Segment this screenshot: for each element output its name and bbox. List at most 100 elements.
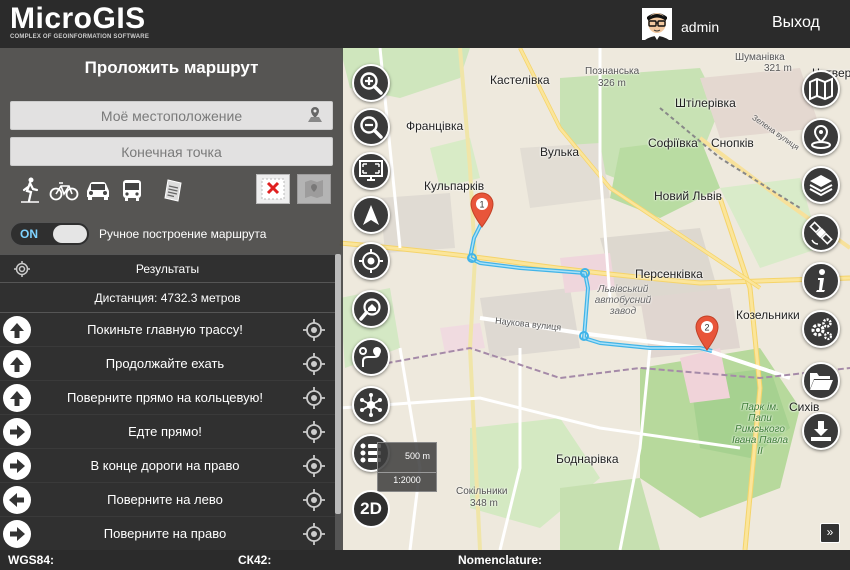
route-step-text: Продолжайте ехать (105, 356, 225, 371)
satellite-icon (809, 221, 833, 245)
locate-step-icon[interactable] (303, 387, 325, 409)
results-scrollbar[interactable] (335, 254, 341, 550)
search-address-button[interactable] (352, 290, 390, 328)
network-analysis-button[interactable] (352, 386, 390, 424)
locate-step-icon[interactable] (303, 455, 325, 477)
bus-mode-button[interactable] (116, 177, 148, 203)
route-step-text: Поверните прямо на кольцевую! (67, 390, 263, 405)
crosshair-icon (359, 249, 383, 273)
car-mode-button[interactable] (82, 177, 114, 203)
route-step-text: Поверните на право (103, 526, 227, 541)
manual-route-toggle[interactable]: ON (10, 222, 90, 246)
view-mode-2d-button[interactable]: 2D (352, 490, 390, 528)
download-icon (811, 421, 831, 441)
scale-indicator: 500 m 1:2000 (377, 442, 437, 492)
nomenclature-label: Nomenclature: (458, 553, 543, 567)
zoom-out-icon (360, 116, 383, 139)
route-step[interactable]: Поверните прямо на кольцевую! (0, 381, 335, 415)
direction-up-icon (3, 384, 31, 412)
download-button[interactable] (802, 412, 840, 450)
route-marker-start[interactable]: 1 (469, 192, 495, 228)
map-label: Сокільники (456, 486, 508, 497)
settings-button[interactable] (802, 310, 840, 348)
locate-step-icon[interactable] (303, 489, 325, 511)
route-step[interactable]: Едте прямо! (0, 415, 335, 449)
full-extent-button[interactable] (352, 152, 390, 190)
walk-mode-button[interactable] (14, 177, 46, 203)
direction-left-icon (3, 486, 31, 514)
map-label: Шуманівка (735, 52, 785, 63)
pick-on-map-button[interactable] (297, 174, 331, 204)
route-steps-list: Покиньте главную трассу! Продолжайте ехат… (0, 313, 335, 551)
locate-step-icon[interactable] (303, 421, 325, 443)
clear-route-button[interactable] (256, 174, 290, 204)
map-label: Парк ім. Папи Римського Івана Павла II (731, 402, 789, 457)
end-point-input[interactable] (11, 138, 332, 165)
map-label: Познанська (585, 66, 640, 77)
north-arrow-icon (363, 205, 379, 225)
search-home-icon (359, 298, 381, 321)
route-panel: Проложить маршрут Моё местоположение Кон… (0, 48, 343, 551)
route-path-icon (359, 347, 381, 367)
scrollbar-thumb[interactable] (335, 254, 341, 514)
manual-route-label: Ручное построение маршрута (99, 227, 267, 241)
status-bar: WGS84: СК42: Nomenclature: (0, 550, 850, 570)
route-list-mode-button[interactable] (158, 177, 190, 203)
route-step[interactable]: Продолжайте ехать (0, 347, 335, 381)
target-icon (14, 261, 30, 277)
logout-button[interactable]: Выход (772, 14, 820, 32)
gears-icon (811, 318, 833, 341)
info-icon (816, 269, 825, 292)
satellite-button[interactable] (802, 214, 840, 252)
route-step-text: Покиньте главную трассу! (87, 322, 243, 337)
scale-distance: 500 m (404, 451, 430, 461)
geolocation-icon[interactable] (306, 106, 324, 124)
toggle-knob (53, 225, 87, 243)
clear-markers-icon (261, 178, 285, 200)
direction-up-icon (3, 316, 31, 344)
logo-subtitle: COMPLEX OF GEOINFORMATION SOFTWARE (10, 34, 150, 40)
bus-icon (123, 180, 141, 201)
route-marker-label: 2 (704, 323, 709, 333)
scale-ratio: 1:2000 (378, 472, 436, 485)
map-sheets-button[interactable] (802, 70, 840, 108)
route-planner-button[interactable] (352, 338, 390, 376)
route-step[interactable]: Поверните на лево (0, 483, 335, 517)
map-label: 348 m (470, 498, 498, 509)
open-folder-button[interactable] (802, 362, 840, 400)
locate-step-icon[interactable] (303, 523, 325, 545)
location-pin-icon (811, 124, 831, 149)
folded-map-icon (809, 77, 833, 101)
route-step[interactable]: Покиньте главную трассу! (0, 313, 335, 347)
route-step[interactable]: В конце дороги на право (0, 449, 335, 483)
zoom-out-button[interactable] (352, 108, 390, 146)
fullscreen-monitor-icon (359, 160, 383, 181)
wgs84-coordinates: WGS84: (8, 553, 55, 567)
locate-step-icon[interactable] (303, 319, 325, 341)
end-point-field[interactable] (10, 137, 333, 166)
locate-step-icon[interactable] (303, 353, 325, 375)
route-step[interactable]: Поверните на право (0, 517, 335, 551)
map-label: Кастелівка (490, 73, 550, 87)
expand-panel-button[interactable]: » (820, 523, 840, 543)
map-label: Софіївка (648, 136, 698, 150)
route-marker-end[interactable]: 2 (694, 315, 720, 351)
zoom-in-button[interactable] (352, 64, 390, 102)
start-location-field[interactable] (10, 101, 333, 130)
compass-button[interactable] (352, 196, 390, 234)
locate-me-button[interactable] (352, 242, 390, 280)
map-label: Штілерівка (675, 96, 736, 110)
map-label: 326 m (598, 78, 626, 89)
place-marker-button[interactable] (802, 118, 840, 156)
start-location-input[interactable] (11, 102, 332, 129)
results-header[interactable]: Результаты (0, 254, 335, 283)
info-button[interactable] (802, 262, 840, 300)
layers-icon (809, 175, 833, 197)
logo-text: MicroGIS (10, 2, 146, 35)
toggle-state: ON (20, 227, 38, 241)
car-icon (87, 182, 109, 200)
layers-button[interactable] (802, 166, 840, 204)
map-label: Львівський автобусний завод (594, 284, 652, 317)
bike-mode-button[interactable] (48, 177, 80, 203)
manual-route-toggle-row: ON Ручное построение маршрута (10, 221, 266, 247)
